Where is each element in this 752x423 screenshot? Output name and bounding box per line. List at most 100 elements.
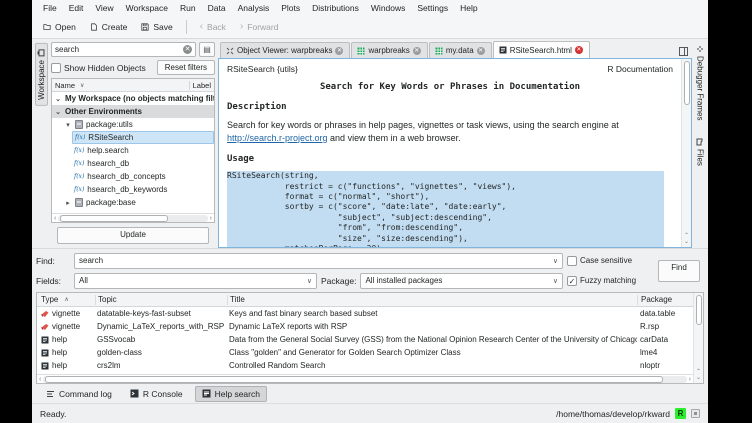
show-hidden-label: Show Hidden Objects: [64, 63, 146, 73]
collapse-icon[interactable]: ⌄: [54, 108, 62, 116]
close-tab-icon[interactable]: ✕: [335, 47, 343, 55]
topic-cell: Dynamic_LaTeX_reports_with_RSP: [95, 322, 227, 331]
case-sensitive-checkbox[interactable]: [567, 256, 577, 266]
menu-view[interactable]: View: [90, 2, 118, 14]
tree-horizontal-scrollbar[interactable]: ‹ ›: [52, 213, 214, 222]
usage-code-block[interactable]: RSiteSearch(string, restrict = c("functi…: [227, 171, 664, 247]
topic-cell: GSSvocab: [95, 335, 227, 344]
close-tab-icon[interactable]: ✕: [477, 47, 485, 55]
menu-run[interactable]: Run: [175, 2, 201, 14]
column-header-title[interactable]: Title: [227, 295, 637, 305]
scroll-left-icon[interactable]: ‹: [39, 376, 41, 383]
menu-plots[interactable]: Plots: [276, 2, 305, 14]
tab-my-data[interactable]: my.data ✕: [429, 42, 492, 58]
update-button[interactable]: Update: [57, 227, 209, 244]
menu-windows[interactable]: Windows: [366, 2, 410, 14]
find-combobox[interactable]: search ∨: [74, 253, 563, 269]
column-header-package[interactable]: Package: [637, 295, 693, 305]
tree-item-rsitesearch[interactable]: f(x) RSiteSearch: [72, 131, 214, 144]
workspace-search-input[interactable]: [55, 45, 183, 54]
back-button[interactable]: ‹ Back: [195, 20, 231, 34]
fuzzy-matching-checkbox[interactable]: [567, 276, 577, 286]
table-row[interactable]: vignette datatable-keys-fast-subset Keys…: [37, 307, 693, 320]
workspace-side-tab[interactable]: Workspace: [35, 43, 48, 106]
package-combobox[interactable]: All installed packages ∨: [360, 273, 563, 289]
column-header-name[interactable]: Name ∨: [55, 81, 186, 90]
results-horizontal-scrollbar[interactable]: ‹ ›: [37, 374, 693, 383]
close-tab-icon[interactable]: ✕: [575, 46, 583, 54]
window-list-button[interactable]: [679, 47, 690, 58]
menu-file[interactable]: File: [38, 2, 62, 14]
column-header-type[interactable]: Type∧: [37, 295, 95, 304]
scroll-right-icon[interactable]: ›: [210, 215, 212, 222]
tab-warpbreaks[interactable]: warpbreaks ✕: [351, 42, 427, 58]
fields-combobox[interactable]: All ∨: [74, 273, 317, 289]
menu-edit[interactable]: Edit: [64, 2, 89, 14]
tree-item-other-environments[interactable]: ⌄ Other Environments: [52, 105, 214, 118]
save-button[interactable]: Save: [136, 20, 177, 34]
tree-item-hsearch-db[interactable]: f(x) hsearch_db: [72, 157, 214, 170]
scrollbar-thumb[interactable]: [45, 376, 663, 383]
scrollbar-thumb[interactable]: [60, 215, 168, 222]
tree-item-hsearch-db-keywords[interactable]: f(x) hsearch_db_keywords: [72, 183, 214, 196]
table-row[interactable]: help golden-class Class "golden" and Gen…: [37, 346, 693, 359]
column-separator: [189, 81, 190, 90]
close-tab-icon[interactable]: ✕: [413, 47, 421, 55]
scroll-down-icon[interactable]: ⌄: [696, 375, 701, 381]
search-r-project-link[interactable]: http://search.r-project.org: [227, 133, 328, 143]
table-row[interactable]: vignette Dynamic_LaTeX_reports_with_RSP …: [37, 320, 693, 333]
tree-item-package-utils[interactable]: ▾ package:utils: [62, 118, 214, 131]
clear-search-icon[interactable]: ✕: [183, 45, 192, 54]
back-chevron-icon: ‹: [200, 22, 203, 32]
tree-item-my-workspace[interactable]: ⌄ My Workspace (no objects matching filt…: [52, 92, 214, 105]
tab-rsitesearch-html[interactable]: RSiteSearch.html ✕: [493, 41, 590, 58]
reset-filters-button[interactable]: Reset filters: [157, 60, 215, 75]
command-log-tab[interactable]: Command log: [40, 387, 118, 401]
help-search-tab[interactable]: Help search: [195, 386, 267, 402]
scrollbar-track[interactable]: [58, 215, 207, 222]
open-button[interactable]: Open: [38, 20, 81, 34]
r-console-tab[interactable]: R Console: [124, 387, 189, 401]
files-side-tab[interactable]: Files: [695, 136, 706, 168]
scrollbar-arrows[interactable]: ⌃⌄: [696, 369, 701, 381]
rkward-window: File Edit View Workspace Run Data Analys…: [32, 0, 708, 423]
tab-object-viewer-warpbreaks[interactable]: Object Viewer: warpbreaks ✕: [220, 42, 350, 58]
menu-help[interactable]: Help: [455, 2, 482, 14]
column-header-label[interactable]: Label: [193, 81, 211, 90]
forward-button[interactable]: › Forward: [235, 20, 284, 34]
menu-data[interactable]: Data: [203, 2, 231, 14]
collapse-icon[interactable]: ⌄: [54, 95, 62, 103]
debugger-frames-side-tab[interactable]: Debugger Frames: [695, 43, 706, 122]
tree-item-help-search[interactable]: f(x) help.search: [72, 144, 214, 157]
scrollbar-thumb[interactable]: [684, 61, 690, 105]
interrupt-engine-icon[interactable]: [691, 409, 700, 418]
scroll-left-icon[interactable]: ‹: [54, 215, 56, 222]
menu-workspace[interactable]: Workspace: [121, 2, 173, 14]
toolbar-separator: [186, 20, 187, 34]
create-button[interactable]: Create: [85, 20, 133, 34]
create-label: Create: [102, 22, 128, 32]
package-label: Package:: [321, 276, 356, 286]
expand-icon[interactable]: ▸: [64, 199, 72, 207]
scrollbar-track[interactable]: [43, 376, 686, 383]
scroll-down-icon[interactable]: ⌄: [684, 239, 689, 245]
tree-item-hsearch-db-concepts[interactable]: f(x) hsearch_db_concepts: [72, 170, 214, 183]
column-header-topic[interactable]: Topic: [95, 295, 227, 305]
scrollbar-arrows[interactable]: ⌃⌄: [684, 233, 689, 245]
help-document[interactable]: RSiteSearch {utils} R Documentation Sear…: [219, 59, 681, 247]
table-row[interactable]: help GSSvocab Data from the General Soci…: [37, 333, 693, 346]
tree-item-package-base[interactable]: ▸ package:base: [62, 196, 214, 209]
show-hidden-checkbox[interactable]: [51, 63, 61, 73]
document-scrollbar[interactable]: ⌃⌄: [681, 59, 691, 247]
filter-options-button[interactable]: ▤: [199, 42, 215, 57]
scrollbar-thumb[interactable]: [696, 295, 702, 325]
find-button[interactable]: Find: [658, 260, 700, 282]
find-value: search: [79, 256, 103, 265]
menu-settings[interactable]: Settings: [412, 2, 453, 14]
menu-distributions[interactable]: Distributions: [307, 2, 364, 14]
menu-analysis[interactable]: Analysis: [233, 2, 275, 14]
collapse-icon[interactable]: ▾: [64, 121, 72, 129]
results-scrollbar[interactable]: ⌃⌄: [693, 293, 703, 383]
table-row[interactable]: help crs2lm Controlled Random Search nlo…: [37, 359, 693, 372]
scroll-right-icon[interactable]: ›: [689, 376, 691, 383]
